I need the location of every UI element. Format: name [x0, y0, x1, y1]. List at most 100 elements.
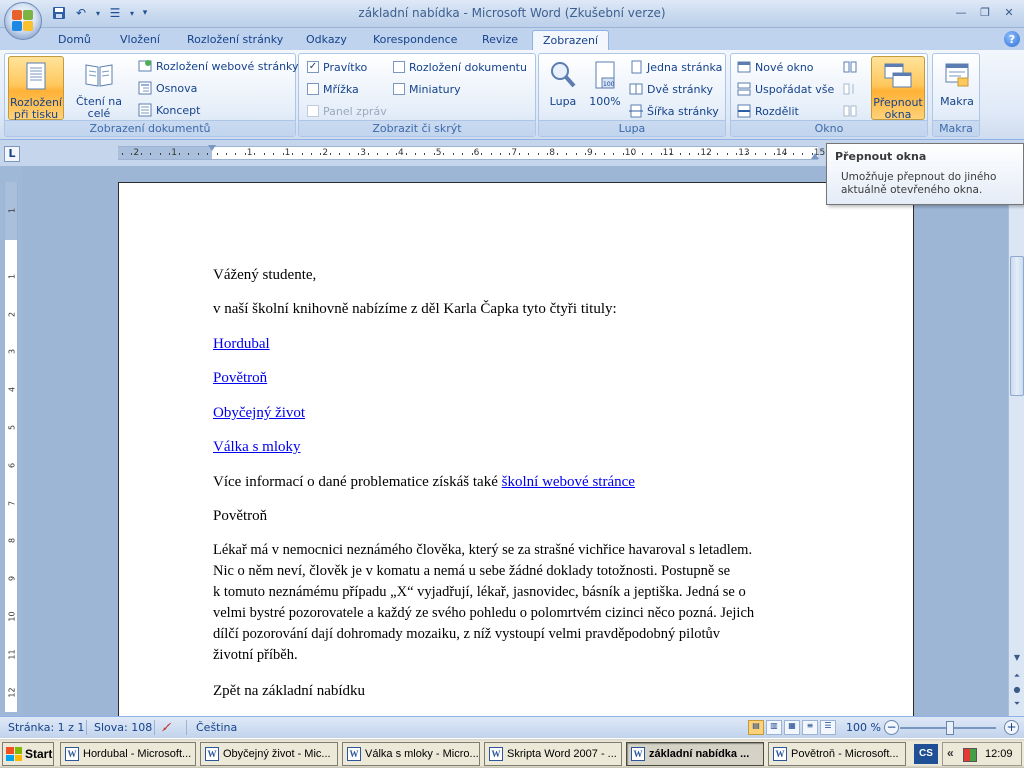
link-obycejny-zivot[interactable]: Obyčejný život: [213, 405, 305, 421]
indent-marker-icon[interactable]: [208, 145, 216, 151]
thumbnails-checkbox[interactable]: Miniatury: [393, 79, 461, 99]
link-school-website[interactable]: školní webové stránce: [502, 474, 635, 490]
language-indicator[interactable]: CS: [914, 744, 938, 764]
full-screen-reading-button[interactable]: Čtení na celé obrazovce: [65, 56, 133, 132]
new-window-button[interactable]: Nové okno: [737, 57, 814, 77]
tab-insert[interactable]: Vložení: [110, 30, 170, 50]
tab-page-layout[interactable]: Rozložení stránky: [177, 30, 293, 50]
tray-app-icon[interactable]: [963, 748, 977, 762]
office-button[interactable]: [4, 2, 42, 40]
arrange-all-button[interactable]: Uspořádat vše: [737, 79, 834, 99]
link-hordubal[interactable]: Hordubal: [213, 336, 270, 352]
scroll-thumb[interactable]: [1010, 256, 1024, 396]
document-map-checkbox[interactable]: Rozložení dokumentu: [393, 57, 527, 77]
page-width-label: Šířka stránky: [647, 104, 719, 118]
view-side-by-side-button[interactable]: [843, 57, 857, 77]
ruler-minor-tick: [594, 153, 596, 155]
one-page-button[interactable]: Jedna stránka: [629, 57, 722, 77]
tab-mailings[interactable]: Korespondence: [363, 30, 467, 50]
greeting-text[interactable]: Vážený studente,: [213, 265, 813, 286]
ruler-minor-tick: [244, 153, 246, 155]
link-povetron[interactable]: Povětroň: [213, 370, 267, 386]
taskbar-item-valka-s-mloky[interactable]: W Válka s mloky - Micro...: [342, 742, 480, 766]
intro-text[interactable]: v naší školní knihovně nabízíme z děl Ka…: [213, 299, 813, 320]
ruler-minor-tick: [755, 153, 757, 155]
status-bar: Stránka: 1 z 1 Slova: 108 ✓̸ Čeština ▤ ▥…: [0, 716, 1024, 738]
draft-view-icon[interactable]: ☰: [820, 720, 836, 735]
switch-windows-tooltip: Přepnout okna Umožňuje přepnout do jinéh…: [826, 143, 1024, 205]
reset-position-icon: [843, 105, 857, 117]
taskbar-item-obycejny-zivot[interactable]: W Obyčejný život - Mic...: [200, 742, 338, 766]
proofing-icon[interactable]: ✓̸: [162, 721, 171, 734]
zoom-button[interactable]: Lupa: [543, 56, 583, 120]
tab-selector-button[interactable]: L: [4, 146, 20, 162]
zoom-in-icon[interactable]: +: [1004, 720, 1019, 735]
taskbar-item-zakladni-nabidka[interactable]: Wzákladní nabídka ...: [626, 742, 764, 766]
web-layout-view-icon[interactable]: ▦: [784, 720, 800, 735]
zoom-label: Lupa: [549, 95, 577, 108]
print-layout-view-icon[interactable]: ▤: [748, 720, 764, 735]
ruler-minor-tick: [414, 153, 416, 155]
more-info-text[interactable]: Více informací o dané problematice získá…: [213, 474, 502, 490]
taskbar-item-hordubal[interactable]: W Hordubal - Microsoft...: [60, 742, 196, 766]
next-page-icon[interactable]: ⏷: [1010, 696, 1024, 712]
status-separator: [154, 720, 155, 735]
task-label: Hordubal - Microsoft...: [83, 748, 192, 760]
outline-icon: [138, 81, 152, 95]
word-count[interactable]: Slova: 108: [94, 721, 152, 734]
ruler-checkbox[interactable]: ✓ Pravítko: [307, 57, 367, 77]
link-valka-s-mloky[interactable]: Válka s mloky: [213, 439, 301, 455]
vertical-scrollbar[interactable]: ▲ ▼ ⏶ ● ⏷: [1008, 166, 1024, 716]
window-controls: — ❐ ✕: [950, 3, 1020, 21]
web-layout-button[interactable]: Rozložení webové stránky: [138, 56, 299, 76]
ruler-minor-tick: [707, 153, 709, 155]
zoom-level[interactable]: 100 %: [846, 721, 881, 734]
taskbar-item-skripta[interactable]: W Skripta Word 2007 - ...: [484, 742, 622, 766]
tab-review[interactable]: Revize: [472, 30, 528, 50]
ruler-minor-tick: [263, 153, 265, 155]
macros-button[interactable]: Makra: [935, 56, 979, 120]
page-count[interactable]: Stránka: 1 z 1: [8, 721, 84, 734]
horizontal-ruler[interactable]: 2 1 1 1 2 3 4 5 6 7 8 9 10 11 12 13 14 15: [118, 145, 825, 160]
help-icon[interactable]: ?: [1004, 31, 1020, 47]
print-layout-button[interactable]: Rozložení při tisku: [8, 56, 64, 121]
body-paragraph[interactable]: Lékař má v nemocnici neznámého člověka, …: [213, 540, 813, 666]
zoom-100-button[interactable]: 100 100%: [587, 56, 623, 120]
draft-button[interactable]: Koncept: [138, 100, 200, 120]
zoom-out-icon[interactable]: −: [884, 720, 899, 735]
switch-windows-button[interactable]: Přepnout okna: [871, 56, 925, 121]
ruler-minor-tick: [622, 153, 624, 155]
restore-icon[interactable]: ❐: [974, 3, 996, 21]
split-button[interactable]: Rozdělit: [737, 101, 799, 121]
back-link-text[interactable]: Zpět na základní nabídku: [213, 681, 813, 702]
document-page[interactable]: Vážený studente, v naší školní knihovně …: [118, 182, 914, 716]
vruler-number: 1: [7, 273, 17, 279]
two-pages-button[interactable]: Dvě stránky: [629, 79, 713, 99]
page-width-button[interactable]: Šířka stránky: [629, 101, 719, 121]
document-area[interactable]: Vážený studente, v naší školní knihovně …: [22, 166, 1008, 716]
gridlines-checkbox[interactable]: Mřížka: [307, 79, 359, 99]
vertical-ruler[interactable]: 1 1 2 3 4 5 6 7 8 9 10 11 12: [4, 182, 18, 712]
page-100-icon: 100: [595, 61, 615, 89]
word-doc-icon: W: [65, 747, 79, 761]
outline-button[interactable]: Osnova: [138, 78, 197, 98]
tray-expand-icon[interactable]: «: [947, 746, 954, 760]
synchronous-scrolling-button: [843, 79, 857, 99]
link-paragraph-3: Obyčejný život: [213, 403, 813, 424]
tab-home[interactable]: Domů: [48, 30, 101, 50]
outline-view-icon[interactable]: ≡: [802, 720, 818, 735]
minimize-icon[interactable]: —: [950, 3, 972, 21]
full-screen-view-icon[interactable]: ▥: [766, 720, 782, 735]
tab-references[interactable]: Odkazy: [296, 30, 357, 50]
section-title[interactable]: Povětroň: [213, 506, 813, 527]
close-icon[interactable]: ✕: [998, 3, 1020, 21]
scroll-down-icon[interactable]: ▼: [1010, 650, 1024, 666]
language[interactable]: Čeština: [196, 721, 237, 734]
taskbar-item-povetron[interactable]: W Povětroň - Microsoft...: [768, 742, 906, 766]
ruler-number: 3: [360, 148, 366, 158]
thumbnails-label: Miniatury: [409, 82, 461, 96]
tab-view[interactable]: Zobrazení: [532, 30, 610, 50]
zoom-slider-thumb[interactable]: [946, 721, 954, 735]
right-indent-marker-icon[interactable]: [811, 153, 819, 159]
start-button[interactable]: Start: [2, 742, 54, 766]
